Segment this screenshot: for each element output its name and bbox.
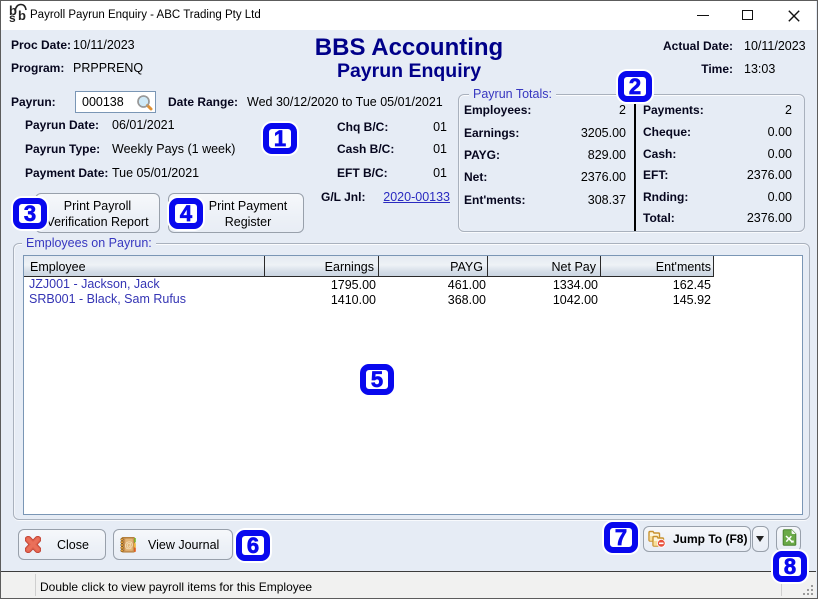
svg-text:@: @ [125,540,134,550]
